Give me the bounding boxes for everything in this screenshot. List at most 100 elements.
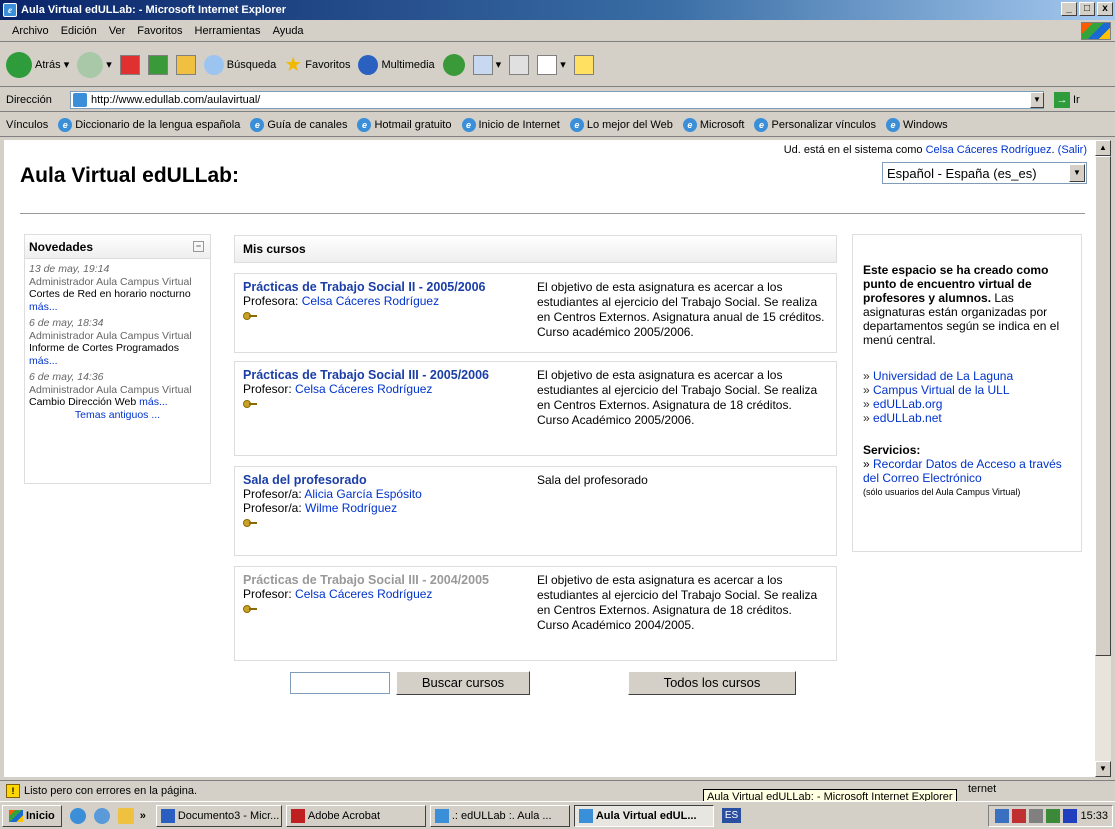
- quicklaunch-chevron[interactable]: »: [140, 810, 146, 822]
- clock[interactable]: 15:33: [1080, 810, 1108, 822]
- go-button[interactable]: → Ir: [1054, 92, 1080, 108]
- scroll-up-icon[interactable]: ▲: [1095, 140, 1111, 156]
- teacher-link[interactable]: Celsa Cáceres Rodríguez: [295, 382, 432, 396]
- refresh-icon: [147, 54, 168, 75]
- course-description: El objetivo de esta asignatura es acerca…: [537, 280, 825, 339]
- link-label: Lo mejor del Web: [586, 118, 673, 131]
- course-description-text: El objetivo de esta asignatura es acerca…: [537, 573, 818, 617]
- teacher-role: Profesor:: [243, 382, 292, 396]
- task-aula-virtual[interactable]: Aula Virtual edUL...: [573, 804, 714, 827]
- news-more-link[interactable]: más...: [139, 396, 168, 408]
- all-courses-button[interactable]: Todos los cursos: [628, 671, 796, 695]
- course-year-text: Curso Académico 2004/2005.: [537, 618, 695, 632]
- link-hotmail[interactable]: e Hotmail gratuito: [357, 117, 452, 132]
- key-icon: [243, 400, 257, 408]
- folder-quicklaunch-icon[interactable]: [117, 807, 134, 824]
- news-author: Administrador Aula Campus Virtual: [29, 275, 192, 288]
- news-more-link[interactable]: más...: [29, 355, 58, 367]
- address-input[interactable]: http://www.edullab.com/aulavirtual/: [70, 91, 1044, 109]
- messenger-button[interactable]: [573, 54, 594, 75]
- stop-button[interactable]: [119, 54, 140, 75]
- login-prefix: Ud. está en el sistema como: [783, 144, 923, 156]
- collapse-icon[interactable]: −: [193, 241, 204, 252]
- teacher-link[interactable]: Wilme Rodríguez: [305, 501, 397, 515]
- teacher-link[interactable]: Celsa Cáceres Rodríguez: [302, 294, 439, 308]
- link-personalizar[interactable]: e Personalizar vínculos: [754, 117, 876, 132]
- link-inicio-internet[interactable]: e Inicio de Internet: [461, 117, 560, 132]
- link-edullab-net[interactable]: edULLab.net: [873, 411, 942, 425]
- close-button[interactable]: x: [1097, 2, 1113, 16]
- recover-access-link[interactable]: Recordar Datos de Acceso a través del Co…: [863, 457, 1062, 485]
- site-title: Aula Virtual edULLab:: [20, 164, 239, 187]
- forward-button[interactable]: ▾: [77, 51, 112, 78]
- messenger-icon[interactable]: [1046, 809, 1061, 823]
- link-ull[interactable]: Universidad de La Laguna: [873, 369, 1013, 383]
- address-dropdown-button[interactable]: ▼: [1030, 92, 1044, 108]
- teacher-link[interactable]: Alicia García Espósito: [304, 487, 421, 501]
- menu-favoritos[interactable]: Favoritos: [131, 25, 188, 37]
- link-label: Diccionario de la lengua española: [75, 118, 241, 131]
- ie-icon: [434, 808, 449, 823]
- course-title-link[interactable]: Prácticas de Trabajo Social II - 2005/20…: [243, 280, 486, 294]
- menu-edicion[interactable]: Edición: [55, 25, 103, 37]
- course-search-input[interactable]: [290, 672, 390, 694]
- speaker-icon[interactable]: [1029, 809, 1044, 823]
- news-date: 6 de may, 18:34: [29, 317, 104, 329]
- news-text: Cortes de Red en horario nocturno: [29, 288, 191, 300]
- course-box: Prácticas de Trabajo Social II - 2005/20…: [234, 273, 837, 353]
- link-microsoft[interactable]: e Microsoft: [682, 117, 744, 132]
- task-label: Adobe Acrobat: [307, 809, 381, 822]
- course-title-link[interactable]: Sala del profesorado: [243, 473, 367, 487]
- logout-link[interactable]: (Salir): [1058, 144, 1087, 156]
- search-button[interactable]: Búsqueda: [203, 54, 276, 75]
- ie-quicklaunch-icon[interactable]: [69, 807, 86, 824]
- history-button[interactable]: [442, 53, 465, 76]
- favorites-button[interactable]: ★ Favoritos: [284, 52, 350, 77]
- antivirus-icon[interactable]: [1012, 809, 1027, 823]
- home-button[interactable]: [175, 54, 196, 75]
- course-title-link[interactable]: Prácticas de Trabajo Social III - 2004/2…: [243, 573, 489, 587]
- scroll-down-icon[interactable]: ▼: [1095, 761, 1111, 777]
- link-windows[interactable]: e Windows: [886, 117, 948, 132]
- link-campus-virtual[interactable]: Campus Virtual de la ULL: [873, 383, 1010, 397]
- address-url: http://www.edullab.com/aulavirtual/: [91, 94, 261, 106]
- course-title-link[interactable]: Prácticas de Trabajo Social III - 2005/2…: [243, 368, 489, 382]
- task-acrobat[interactable]: Adobe Acrobat: [285, 804, 426, 827]
- language-value: Español - España (es_es): [887, 165, 1037, 181]
- warning-icon[interactable]: !: [6, 783, 20, 798]
- link-edullab-org[interactable]: edULLab.org: [873, 397, 942, 411]
- search-courses-button[interactable]: Buscar cursos: [396, 671, 530, 695]
- older-topics-link[interactable]: Temas antiguos ...: [75, 409, 160, 421]
- print-button[interactable]: [509, 54, 530, 75]
- search-icon: [203, 54, 224, 75]
- edit-button[interactable]: ▾: [537, 54, 566, 75]
- mail-button[interactable]: ▾: [472, 54, 501, 75]
- network-icon[interactable]: [995, 809, 1010, 823]
- refresh-button[interactable]: [147, 54, 168, 75]
- menu-ver[interactable]: Ver: [103, 25, 132, 37]
- start-button[interactable]: Inicio: [2, 804, 62, 827]
- language-select[interactable]: Español - España (es_es) ▼: [882, 162, 1087, 184]
- link-diccionario[interactable]: e Diccionario de la lengua española: [58, 117, 241, 132]
- news-item: 6 de may, 18:34 Administrador Aula Campu…: [25, 313, 210, 367]
- teacher-link[interactable]: Celsa Cáceres Rodríguez: [295, 587, 432, 601]
- maximize-button[interactable]: □: [1079, 2, 1095, 16]
- news-more-link[interactable]: más...: [29, 301, 58, 313]
- minimize-button[interactable]: _: [1061, 2, 1077, 16]
- news-text: Cambio Dirección Web: [29, 396, 137, 408]
- task-edullab[interactable]: .: edULLab :. Aula ...: [429, 804, 570, 827]
- menu-ayuda[interactable]: Ayuda: [267, 25, 310, 37]
- scroll-thumb[interactable]: [1095, 156, 1111, 656]
- menu-herramientas[interactable]: Herramientas: [189, 25, 267, 37]
- media-player-icon[interactable]: [1063, 809, 1078, 823]
- multimedia-button[interactable]: Multimedia: [358, 54, 435, 75]
- vertical-scrollbar[interactable]: ▲ ▼: [1095, 140, 1111, 777]
- back-button[interactable]: Atrás ▾: [6, 51, 69, 78]
- menu-archivo[interactable]: Archivo: [6, 25, 55, 37]
- outlook-quicklaunch-icon[interactable]: [93, 807, 110, 824]
- language-indicator[interactable]: ES: [721, 808, 742, 823]
- task-documento3[interactable]: Documento3 - Micr...: [155, 804, 282, 827]
- user-link[interactable]: Celsa Cáceres Rodríguez: [926, 144, 1052, 156]
- link-lo-mejor[interactable]: e Lo mejor del Web: [569, 117, 673, 132]
- link-guia-canales[interactable]: e Guía de canales: [250, 117, 347, 132]
